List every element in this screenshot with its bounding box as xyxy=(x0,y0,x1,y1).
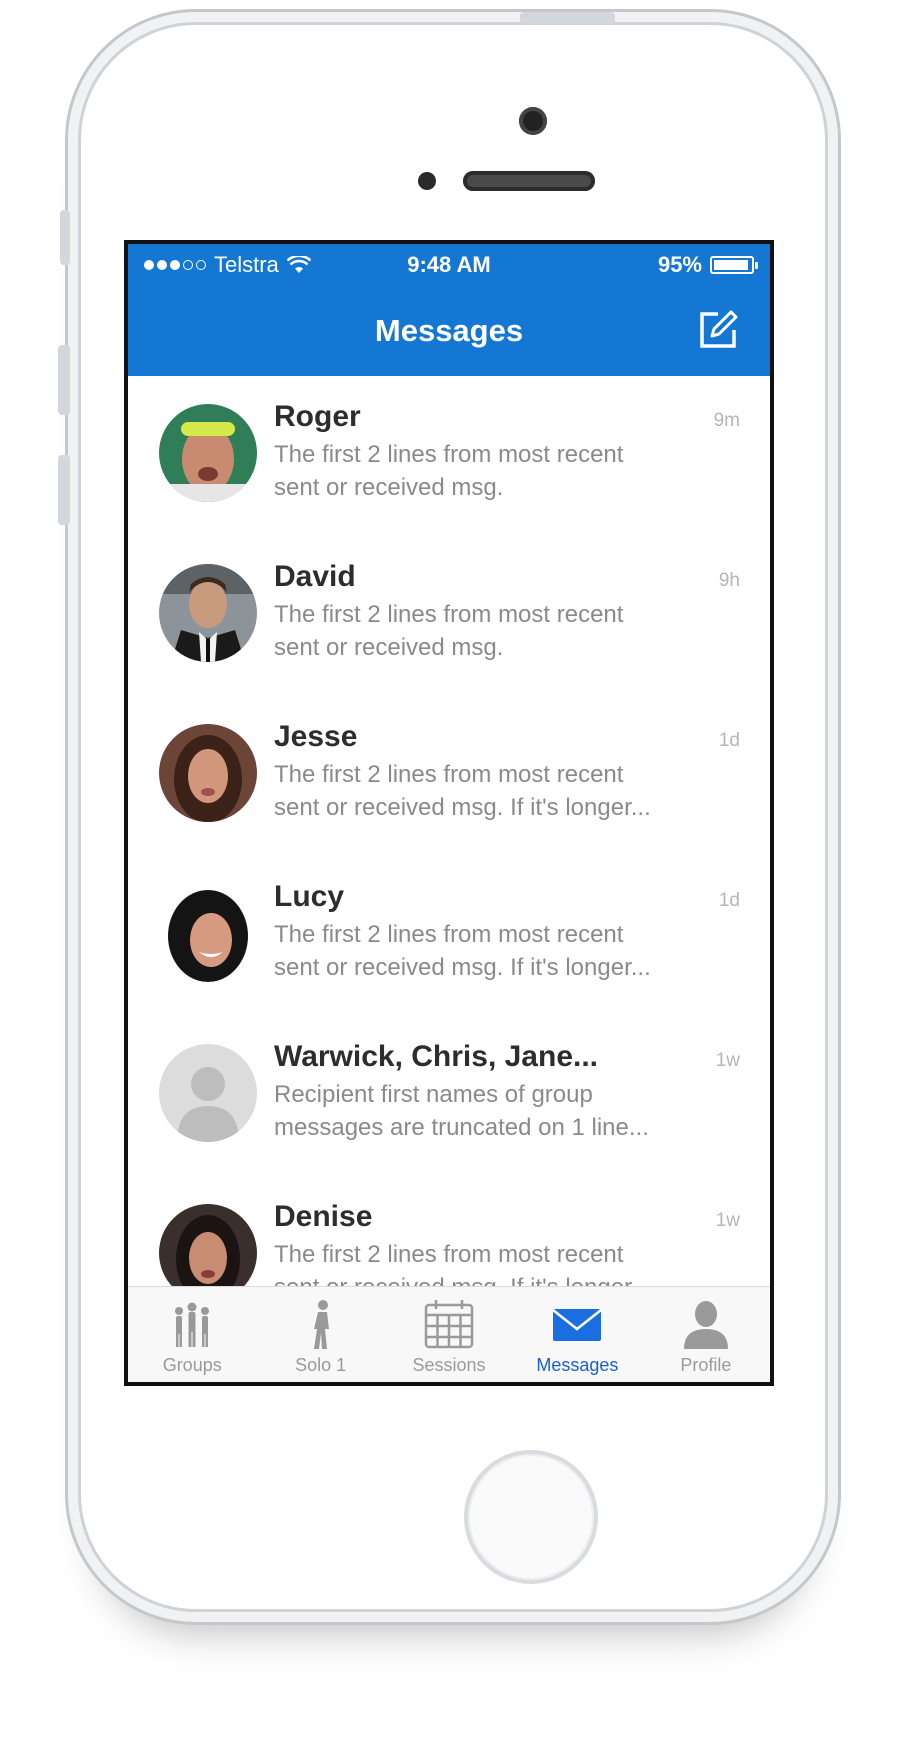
navigation-bar: Messages xyxy=(128,286,770,376)
person-walking-icon xyxy=(313,1300,329,1349)
message-time: 9h xyxy=(718,570,740,591)
message-list[interactable]: Roger 9m The first 2 lines from most rec… xyxy=(128,376,770,1306)
contact-name: David xyxy=(274,560,356,593)
earpiece-speaker xyxy=(463,171,595,191)
message-row-lucy[interactable]: Lucy 1d The first 2 lines from most rece… xyxy=(128,856,770,1016)
proximity-sensor xyxy=(418,172,436,190)
group-icon xyxy=(175,1302,210,1347)
tab-profile[interactable]: Profile xyxy=(642,1287,770,1382)
tab-label: Solo 1 xyxy=(295,1355,347,1375)
contact-name: Denise xyxy=(274,1200,373,1233)
carrier-name: Telstra xyxy=(214,252,279,277)
contact-name: Roger xyxy=(274,400,361,433)
tab-groups[interactable]: Groups xyxy=(128,1287,256,1382)
battery-icon xyxy=(710,256,758,274)
volume-up-button[interactable] xyxy=(58,345,70,415)
contact-name: Jesse xyxy=(274,720,358,753)
tab-label: Messages xyxy=(536,1355,619,1375)
mute-switch[interactable] xyxy=(60,210,70,265)
message-time: 1w xyxy=(715,1210,740,1231)
avatar-placeholder-icon xyxy=(159,1044,257,1142)
message-time: 1d xyxy=(718,890,740,911)
message-time: 9m xyxy=(713,410,740,431)
avatar-roger xyxy=(159,404,257,502)
message-preview: The first 2 lines from most recent sent … xyxy=(274,761,651,821)
compose-icon[interactable] xyxy=(696,308,740,352)
message-preview: The first 2 lines from most recent sent … xyxy=(274,441,624,501)
message-row-david[interactable]: David 9h The first 2 lines from most rec… xyxy=(128,536,770,696)
tab-bar: Groups Solo 1 Sessions Messages Profile xyxy=(128,1286,770,1382)
contact-name: Warwick, Chris, Jane... xyxy=(274,1040,599,1073)
page-title: Messages xyxy=(374,313,524,348)
tab-label: Profile xyxy=(680,1355,732,1375)
volume-down-button[interactable] xyxy=(58,455,70,525)
tab-label: Groups xyxy=(162,1355,222,1375)
avatar-lucy xyxy=(159,884,257,982)
message-preview: Recipient first names of group messages … xyxy=(274,1081,649,1141)
message-row-jesse[interactable]: Jesse 1d The first 2 lines from most rec… xyxy=(128,696,770,856)
message-preview: The first 2 lines from most recent sent … xyxy=(274,601,624,661)
envelope-icon xyxy=(552,1309,603,1341)
contact-name: Lucy xyxy=(274,880,345,913)
tab-label: Sessions xyxy=(412,1355,486,1375)
tab-sessions[interactable]: Sessions xyxy=(385,1287,513,1382)
message-time: 1w xyxy=(715,1050,740,1071)
message-row-roger[interactable]: Roger 9m The first 2 lines from most rec… xyxy=(128,376,770,536)
battery-percentage: 95% xyxy=(657,252,702,277)
calendar-icon xyxy=(424,1300,474,1349)
screen: Telstra 9:48 AM 95% Messages Roger 9m Th… xyxy=(124,240,774,1386)
message-time: 1d xyxy=(718,730,740,751)
profile-icon xyxy=(683,1301,728,1349)
status-bar: Telstra 9:48 AM 95% xyxy=(128,244,770,286)
front-camera xyxy=(519,107,547,135)
message-preview: The first 2 lines from most recent sent … xyxy=(274,921,651,981)
avatar-david xyxy=(159,564,257,662)
avatar-jesse xyxy=(159,724,257,822)
message-row-group[interactable]: Warwick, Chris, Jane... 1w Recipient fir… xyxy=(128,1016,770,1176)
signal-strength-icon xyxy=(144,260,206,270)
tab-messages[interactable]: Messages xyxy=(513,1287,641,1382)
wifi-icon xyxy=(286,256,311,273)
home-button[interactable] xyxy=(464,1450,598,1584)
power-button[interactable] xyxy=(520,12,615,24)
tab-solo[interactable]: Solo 1 xyxy=(256,1287,384,1382)
